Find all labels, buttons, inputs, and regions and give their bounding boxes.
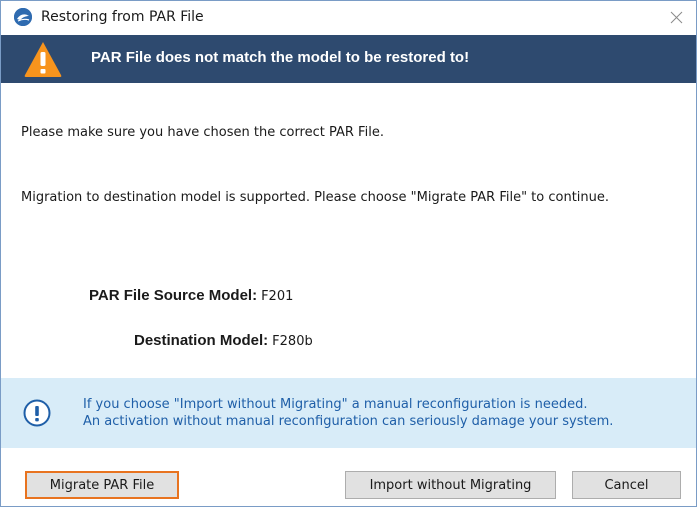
dialog-window: Restoring from PAR File PAR File does no… [0,0,697,507]
destination-model-row: Destination Model: F280b [134,332,313,351]
close-button[interactable] [656,1,696,34]
app-logo-icon [14,8,32,26]
warning-icon [24,42,62,77]
info-line-2: An activation without manual reconfigura… [83,414,614,429]
import-without-migrating-button[interactable]: Import without Migrating [345,471,556,499]
title-bar[interactable]: Restoring from PAR File [1,1,696,34]
instruction-text: Please make sure you have chosen the cor… [21,125,384,140]
close-icon [670,11,683,24]
migrate-par-file-button[interactable]: Migrate PAR File [25,471,179,499]
warning-header: PAR File does not match the model to be … [1,35,696,83]
cancel-button[interactable]: Cancel [572,471,681,499]
header-message: PAR File does not match the model to be … [91,49,470,66]
info-banner: If you choose "Import without Migrating"… [1,378,696,448]
source-model-value: F201 [261,289,294,304]
source-model-label: PAR File Source Model: [89,287,258,304]
info-line-1: If you choose "Import without Migrating"… [83,397,588,412]
destination-model-label: Destination Model: [134,332,269,349]
migration-text: Migration to destination model is suppor… [21,190,610,205]
destination-model-value: F280b [272,334,313,349]
source-model-row: PAR File Source Model: F201 [89,287,293,306]
window-title: Restoring from PAR File [41,9,204,25]
info-icon [23,399,51,427]
